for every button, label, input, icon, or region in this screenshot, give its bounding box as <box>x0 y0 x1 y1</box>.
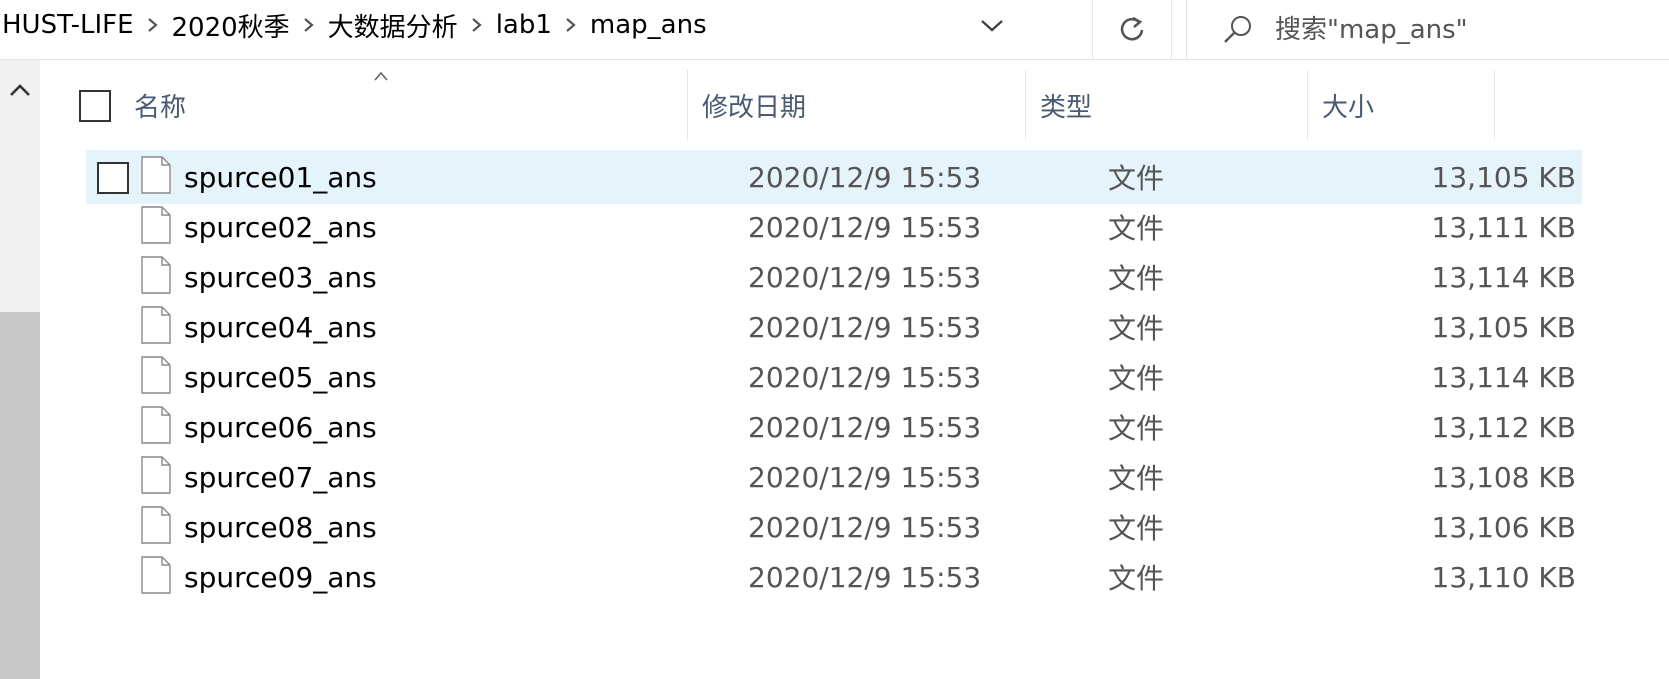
breadcrumb-item-map-ans[interactable]: map_ans <box>584 10 713 40</box>
file-name[interactable]: spurce04_ans <box>184 300 377 354</box>
file-size: 13,114 KB <box>1431 260 1576 294</box>
chevron-down-icon <box>981 20 1003 32</box>
address-history-dropdown[interactable] <box>968 6 1016 46</box>
file-name[interactable]: spurce02_ans <box>184 200 377 254</box>
file-row[interactable]: spurce06_ans 2020/12/9 15:53 文件 13,112 K… <box>0 400 1669 450</box>
file-date: 2020/12/9 15:53 <box>748 560 982 594</box>
chevron-right-icon[interactable] <box>296 17 322 33</box>
chevron-right-icon[interactable] <box>464 17 490 33</box>
row-checkbox[interactable] <box>97 162 129 194</box>
search-box[interactable] <box>1186 0 1669 60</box>
sort-up-icon <box>374 71 388 81</box>
file-type: 文件 <box>1108 412 1165 445</box>
file-date: 2020/12/9 15:53 <box>748 260 982 294</box>
file-date: 2020/12/9 15:53 <box>748 310 982 344</box>
file-row[interactable]: spurce03_ans 2020/12/9 15:53 文件 13,114 K… <box>0 250 1669 300</box>
breadcrumb-item-hust-life[interactable]: HUST-LIFE <box>0 10 140 40</box>
file-size: 13,114 KB <box>1431 360 1576 394</box>
file-row[interactable]: spurce01_ans 2020/12/9 15:53 文件 13,105 K… <box>0 150 1669 204</box>
file-icon <box>141 556 171 594</box>
column-header-type[interactable]: 类型 <box>1040 70 1092 140</box>
file-date: 2020/12/9 15:53 <box>748 210 982 244</box>
file-row[interactable]: spurce04_ans 2020/12/9 15:53 文件 13,105 K… <box>0 300 1669 350</box>
file-date: 2020/12/9 15:53 <box>748 510 982 544</box>
file-icon <box>141 206 171 244</box>
column-divider[interactable] <box>1307 70 1308 140</box>
column-header-size[interactable]: 大小 <box>1322 70 1374 140</box>
file-name[interactable]: spurce03_ans <box>184 250 377 304</box>
file-type: 文件 <box>1108 562 1165 595</box>
file-type: 文件 <box>1108 162 1165 195</box>
search-icon <box>1224 16 1251 43</box>
file-date: 2020/12/9 15:53 <box>748 410 982 444</box>
file-icon <box>141 256 171 294</box>
file-type: 文件 <box>1108 362 1165 395</box>
address-bar-area: HUST-LIFE 2020秋季 大数据分析 lab1 map_ans <box>0 0 1669 60</box>
file-type: 文件 <box>1108 512 1165 545</box>
file-size: 13,105 KB <box>1431 310 1576 344</box>
file-row[interactable]: spurce02_ans 2020/12/9 15:53 文件 13,111 K… <box>0 200 1669 250</box>
file-icon <box>141 306 171 344</box>
file-size: 13,105 KB <box>1431 160 1576 194</box>
file-icon <box>141 506 171 544</box>
column-header-name[interactable]: 名称 <box>134 70 186 140</box>
file-icon <box>141 456 171 494</box>
file-type: 文件 <box>1108 262 1165 295</box>
refresh-button[interactable] <box>1092 0 1172 60</box>
file-name[interactable]: spurce08_ans <box>184 500 377 554</box>
file-size: 13,111 KB <box>1431 210 1576 244</box>
column-divider[interactable] <box>1025 70 1026 140</box>
column-header-date[interactable]: 修改日期 <box>702 70 806 140</box>
file-date: 2020/12/9 15:53 <box>748 160 982 194</box>
file-type: 文件 <box>1108 462 1165 495</box>
file-type: 文件 <box>1108 312 1165 345</box>
file-name[interactable]: spurce06_ans <box>184 400 377 454</box>
file-icon <box>141 156 171 194</box>
select-all-checkbox[interactable] <box>79 90 111 122</box>
file-name[interactable]: spurce01_ans <box>184 150 377 204</box>
file-size: 13,106 KB <box>1431 510 1576 544</box>
breadcrumb-item-big-data[interactable]: 大数据分析 <box>322 7 464 44</box>
file-icon <box>141 406 171 444</box>
scroll-up-icon[interactable] <box>6 78 34 102</box>
breadcrumb-item-2020-autumn[interactable]: 2020秋季 <box>166 7 296 44</box>
file-date: 2020/12/9 15:53 <box>748 360 982 394</box>
breadcrumb: HUST-LIFE 2020秋季 大数据分析 lab1 map_ans <box>0 0 1092 50</box>
file-size: 13,108 KB <box>1431 460 1576 494</box>
file-date: 2020/12/9 15:53 <box>748 460 982 494</box>
refresh-icon <box>1120 16 1144 41</box>
breadcrumb-item-lab1[interactable]: lab1 <box>490 10 558 40</box>
column-header-row: 名称 修改日期 类型 大小 <box>40 70 1600 140</box>
chevron-right-icon[interactable] <box>558 17 584 33</box>
file-row[interactable]: spurce05_ans 2020/12/9 15:53 文件 13,114 K… <box>0 350 1669 400</box>
file-row[interactable]: spurce07_ans 2020/12/9 15:53 文件 13,108 K… <box>0 450 1669 500</box>
file-name[interactable]: spurce07_ans <box>184 450 377 504</box>
search-input[interactable] <box>1275 10 1655 50</box>
file-name[interactable]: spurce05_ans <box>184 350 377 404</box>
file-name[interactable]: spurce09_ans <box>184 550 377 604</box>
file-row[interactable]: spurce08_ans 2020/12/9 15:53 文件 13,106 K… <box>0 500 1669 550</box>
file-row[interactable]: spurce09_ans 2020/12/9 15:53 文件 13,110 K… <box>0 550 1669 600</box>
column-divider[interactable] <box>1494 70 1495 140</box>
file-size: 13,110 KB <box>1431 560 1576 594</box>
column-divider[interactable] <box>687 70 688 140</box>
file-icon <box>141 356 171 394</box>
chevron-right-icon[interactable] <box>140 17 166 33</box>
file-type: 文件 <box>1108 212 1165 245</box>
file-size: 13,112 KB <box>1431 410 1576 444</box>
